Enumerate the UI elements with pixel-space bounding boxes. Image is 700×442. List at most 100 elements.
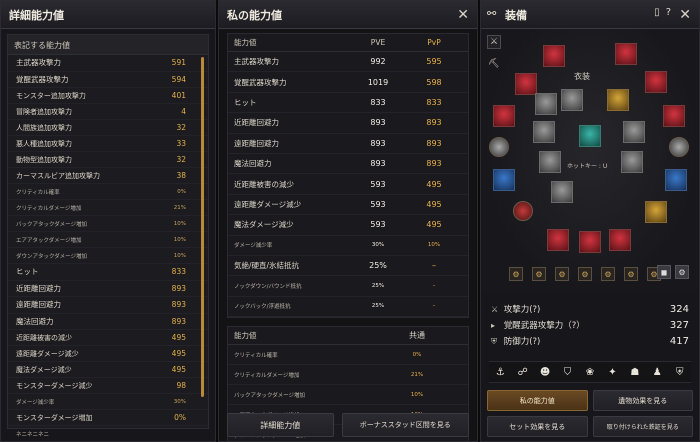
stat-value: 10% [173,236,186,243]
stat-label: 冒険者追加攻撃力 [16,107,72,116]
artifact-slot-left[interactable] [547,229,569,251]
stat-pve-value: 893 [370,118,386,128]
stat-label: 主武器攻撃力 [16,58,61,68]
stat-label: 近距離被害の減少 [234,179,294,189]
buff-icon-2[interactable]: ☍ [515,364,531,380]
lifeskill-slot-3[interactable]: ⚙ [555,267,569,281]
buff-icon-8[interactable]: ♟ [649,364,665,380]
lifeskill-slot-2[interactable]: ⚙ [532,267,546,281]
detail-stat-row: 動物型追加攻撃力 32 [8,152,208,168]
stat-label: モンスター追加攻撃力 [16,91,86,100]
stat-label: クリティカル確率 [234,352,278,359]
stat-label: 遠距離回避力 [16,300,61,310]
costume-shoes-slot[interactable] [623,121,645,143]
stat-pvp-value: 833 [426,97,442,107]
buff-icon-6[interactable]: ✦ [604,364,620,380]
costume-underwear-slot[interactable] [621,151,643,173]
detail-stats-section[interactable]: 表記する能力値 主武器攻撃力 591 覚醒武器攻撃力 594 モンスター追加攻撃力 401… [7,34,209,438]
armor-slot[interactable] [615,43,637,65]
shield-buff-icon[interactable]: ⛨ [672,364,688,380]
detail-stats-button[interactable]: 詳細能力値 [227,413,334,437]
common-stats-row: バックアタックダメージ増加 10% [228,385,468,406]
stat-value: 0% [177,188,186,195]
belt-slot[interactable] [665,169,687,191]
lifeskill-slot-5[interactable]: ⚙ [601,267,615,281]
buff-icon-3[interactable]: ☻ [537,364,553,380]
crossed-swords-icon[interactable]: ⚔ [487,35,501,49]
costume-face-slot[interactable] [579,125,601,147]
stats-table-body: 主武器攻撃力 992 595 覚醒武器攻撃力 1019 598 ヒット 833 833 近距離回避… [228,52,468,318]
stats-table-row: 魔法ダメージ減少 593 495 [228,215,468,236]
detail-stats-titlebar: 詳細能力値 [1,1,215,29]
costume-weapon-slot[interactable] [535,93,557,115]
buff-icon-7[interactable]: ☗ [627,364,643,380]
detail-stat-row: 魔法回避力 893 [8,314,208,330]
help-icon[interactable]: ? [666,7,671,18]
stat-label: 防御力(?) [503,337,541,347]
alchemy-stone-slot[interactable] [579,231,601,253]
gloves-slot[interactable] [493,105,515,127]
stat-value: 33 [176,139,186,148]
stat-label: 遠距離ダメージ減少 [234,199,302,209]
earring-slot-right[interactable] [669,137,689,157]
lifeskill-slot-6[interactable]: ⚙ [624,267,638,281]
stats-table-row: ダメージ減少率 30% 10% [228,236,468,256]
costume-gloves-slot[interactable] [533,121,555,143]
pet-icon[interactable]: ◼ [657,265,671,279]
lifeskill-slot-1[interactable]: ⚙ [509,267,523,281]
relic-effects-button[interactable]: 遺物効果を見る [592,390,693,411]
necklace-slot[interactable] [493,169,515,191]
document-icon[interactable]: ▯ [654,7,660,18]
detail-stat-row: 遠距離回避力 893 [8,297,208,314]
buff-icon-1[interactable]: ⚓ [492,364,508,380]
main-weapon-slot[interactable] [515,73,537,95]
close-icon[interactable]: ✕ [457,6,469,24]
close-detail-icon[interactable]: ✕ [218,6,219,24]
equipment-small-icons: ◼ ⚙ [657,265,689,279]
detail-stat-row: バックアタックダメージ増加 10% [8,216,208,232]
attached-items-button[interactable]: 取り付けられた鉄証を見る [592,416,693,437]
stat-value: 893 [171,300,186,310]
buff-icon-4[interactable]: ⛉ [560,364,576,380]
stat-value: 38 [176,171,186,180]
helmet-slot[interactable] [543,45,565,67]
costume-armor-slot[interactable] [607,89,629,111]
detail-stat-row: 主武器攻撃力 591 [8,55,208,72]
detail-stat-row: クリティカル確率 0% [8,184,208,200]
set-effects-button[interactable]: セット効果を見る [487,416,588,437]
close-icon[interactable]: ✕ [679,6,691,24]
costume-awakening-slot[interactable] [551,181,573,203]
stat-label: バックアタックダメージ増加 [16,221,88,228]
lifeskill-slot-4[interactable]: ⚙ [578,267,592,281]
detail-stat-row: 近距離回避力 893 [8,281,208,297]
bonus-stats-button[interactable]: ボーナススタッド区間を見る [341,413,469,437]
stat-pvp-value: – [432,261,436,271]
detail-stat-row: ダメージ減少率 30% [8,394,208,410]
stats-table-row: 魔法回避力 893 893 [228,154,468,175]
stat-pve-value: 25% [369,261,387,271]
stat-pvp-value: 495 [426,220,442,230]
paw-icon[interactable]: ❀ [582,364,598,380]
costume-sub-weapon-slot[interactable] [539,151,561,173]
costume-helmet-slot[interactable] [561,89,583,111]
detail-stat-row: 人間族追加攻撃力 32 [8,120,208,136]
sub-weapon-slot[interactable] [645,71,667,93]
stats-table-header: 能力値 PVE PvP [228,34,468,52]
stat-value: 32 [176,123,186,132]
stats-table-row: 遠距離回避力 893 893 [228,134,468,154]
equipment-titlebar: ⚯ 装備 ▯ ? ✕ [481,1,699,29]
artifact-slot-right[interactable] [609,229,631,251]
earring-slot-left[interactable] [489,137,509,157]
pickaxe-icon[interactable]: ⛏ [487,57,501,71]
scrollbar[interactable] [201,57,204,397]
my-stats-button[interactable]: 私の能力値 [487,390,588,411]
settings-gear-icon[interactable]: ⚙ [675,265,689,279]
stat-label: ダウンアタックダメージ増加 [16,253,88,260]
ring-slot-left[interactable] [513,201,533,221]
stat-pve-value: 25% [371,303,385,310]
stat-value: 30% [173,398,186,405]
awakening-weapon-slot[interactable] [645,201,667,223]
detail-stats-list: 主武器攻撃力 591 覚醒武器攻撃力 594 モンスター追加攻撃力 401 冒険者追加攻撃力… [8,55,208,441]
stat-label: エアアタックダメージ増加 [16,237,82,244]
shoes-slot[interactable] [663,105,685,127]
